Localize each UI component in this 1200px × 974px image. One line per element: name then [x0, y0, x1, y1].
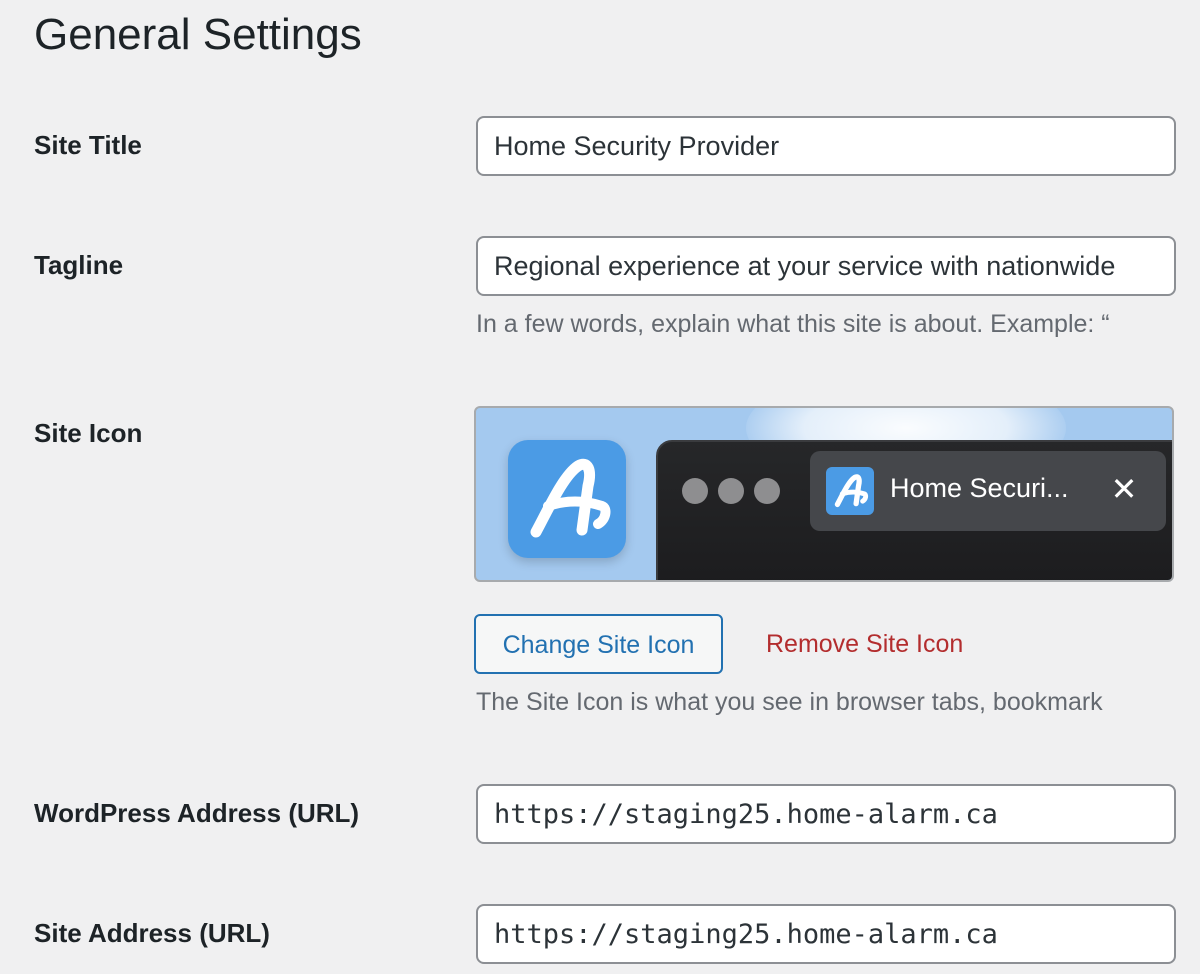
window-dot-icon [718, 478, 744, 504]
site-icon-label: Site Icon [34, 418, 143, 448]
browser-tab-preview: Home Securi... ✕ [810, 451, 1166, 531]
remove-site-icon-link[interactable]: Remove Site Icon [766, 614, 963, 674]
site-icon-description: The Site Icon is what you see in browser… [476, 688, 1103, 716]
change-site-icon-button[interactable]: Change Site Icon [474, 614, 723, 674]
site-address-label: Site Address (URL) [34, 918, 270, 948]
wordpress-address-input[interactable] [476, 784, 1176, 844]
browser-preview-frame: Home Securi... ✕ [656, 440, 1172, 580]
page-title: General Settings [34, 10, 362, 59]
tagline-input[interactable] [476, 236, 1176, 296]
site-address-input[interactable] [476, 904, 1176, 964]
window-dot-icon [754, 478, 780, 504]
tagline-description: In a few words, explain what this site i… [476, 310, 1110, 338]
script-a-logo-icon [508, 440, 626, 558]
site-title-label: Site Title [34, 130, 142, 160]
tab-title: Home Securi... [890, 473, 1069, 503]
favicon-icon [826, 467, 874, 515]
site-title-input[interactable] [476, 116, 1176, 176]
close-icon: ✕ [1110, 471, 1138, 507]
window-dot-icon [682, 478, 708, 504]
general-settings-page: General Settings Site Title Tagline In a… [0, 0, 1200, 974]
site-icon-preview: Home Securi... ✕ [474, 406, 1174, 582]
wordpress-address-label: WordPress Address (URL) [34, 798, 360, 828]
tagline-label: Tagline [34, 250, 124, 280]
